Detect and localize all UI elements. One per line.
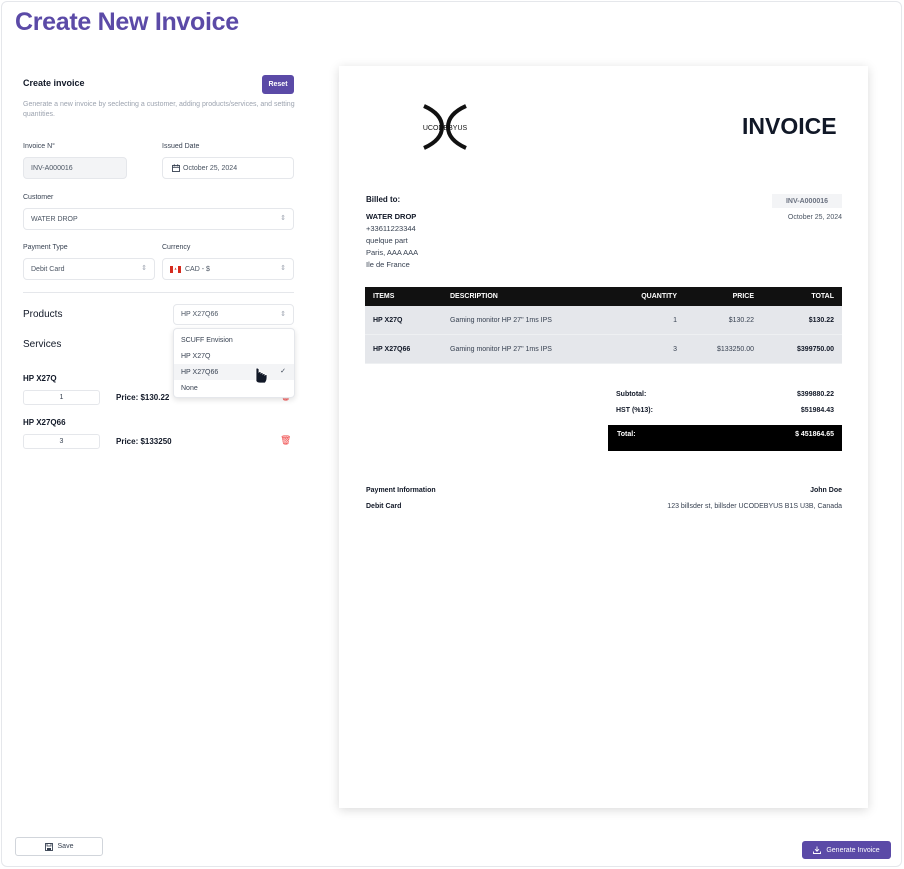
header-total: TOTAL: [811, 293, 834, 300]
payment-type-label: Payment Type: [23, 244, 68, 251]
address-line: Paris, AAA AAA: [366, 248, 419, 257]
payment-method: Debit Card: [366, 503, 402, 510]
logo-text: UCODEBYUS: [423, 125, 468, 132]
subtotal-label: Subtotal:: [616, 391, 647, 398]
currency-label: Currency: [162, 244, 191, 251]
row-description: Gaming monitor HP 27" 1ms IPS: [450, 316, 552, 324]
invoice-date: October 25, 2024: [787, 214, 842, 221]
billed-to-label: Billed to:: [366, 195, 401, 204]
address-line: Ile de France: [366, 260, 410, 269]
total-value: $ 451864.65: [795, 431, 834, 438]
products-select-value: HP X27Q66: [181, 311, 219, 318]
canada-flag-icon: [170, 265, 181, 273]
currency-value: CAD - $: [185, 265, 210, 273]
total-bar: Total: $ 451864.65: [608, 425, 842, 451]
quantity-input[interactable]: 1: [23, 390, 100, 405]
issued-date-label: Issued Date: [162, 143, 200, 150]
download-icon: [813, 846, 822, 854]
invoice-table: ITEMS DESCRIPTION QUANTITY PRICE TOTAL H…: [365, 287, 842, 364]
select-caret-icon: ⇕: [280, 215, 286, 222]
save-label: Save: [57, 843, 74, 850]
invoice-no-value: INV-A000016: [31, 164, 73, 172]
dropdown-option[interactable]: SCUFF Envision: [174, 332, 294, 348]
form-description: Generate a new invoice by seclecting a c…: [23, 101, 295, 118]
products-select[interactable]: HP X27Q66 ⇕: [173, 304, 294, 325]
total-label: Total:: [617, 431, 636, 438]
invoice-title: INVOICE: [742, 113, 837, 139]
select-caret-icon: ⇕: [141, 265, 147, 272]
check-icon: ✓: [280, 368, 286, 375]
save-icon: [44, 842, 53, 851]
payee-name: John Doe: [810, 487, 842, 494]
customer-select[interactable]: WATER DROP ⇕: [23, 208, 294, 230]
payment-type-select[interactable]: Debit Card ⇕: [23, 258, 155, 280]
select-caret-icon: ⇕: [280, 311, 286, 318]
invoice-no-field: INV-A000016: [23, 157, 127, 179]
hand-cursor-icon: [255, 368, 268, 384]
form-divider: [23, 292, 294, 293]
address-line: quelque part: [366, 236, 408, 245]
save-button[interactable]: Save: [15, 837, 103, 856]
row-total: $399750.00: [797, 345, 834, 353]
tax-value: $51984.43: [800, 407, 834, 414]
table-row: HP X27Q66 Gaming monitor HP 27" 1ms IPS …: [365, 335, 842, 364]
customer-name: WATER DROP: [366, 212, 417, 221]
quantity-input[interactable]: 3: [23, 434, 100, 449]
header-description: DESCRIPTION: [450, 293, 498, 300]
dropdown-option[interactable]: HP X27Q: [174, 348, 294, 364]
row-quantity: 1: [673, 316, 677, 324]
header-items: ITEMS: [373, 293, 395, 300]
customer-label: Customer: [23, 194, 54, 201]
form-section-title: Create invoice: [23, 78, 85, 88]
dropdown-option[interactable]: None: [174, 380, 294, 396]
customer-phone: +33611223344: [366, 224, 416, 233]
calendar-icon: [172, 164, 180, 172]
row-description: Gaming monitor HP 27" 1ms IPS: [450, 345, 552, 353]
payment-type-value: Debit Card: [31, 265, 65, 273]
select-caret-icon: ⇕: [280, 265, 286, 272]
row-quantity: 3: [673, 345, 677, 353]
row-item: HP X27Q: [373, 316, 403, 324]
row-price: $130.22: [728, 316, 754, 324]
dropdown-option-label: HP X27Q66: [181, 368, 219, 376]
page-title: Create New Invoice: [15, 8, 239, 36]
row-price: $133250.00: [717, 345, 754, 353]
issued-date-field[interactable]: October 25, 2024: [162, 157, 294, 179]
item-name: HP X27Q: [23, 374, 57, 383]
item-price: Price: $133250: [116, 437, 172, 446]
payee-address: 123 billsder st, billsder UCODEBYUS B1S …: [667, 503, 842, 510]
header-quantity: QUANTITY: [641, 293, 677, 300]
company-logo: UCODEBYUS: [423, 104, 468, 150]
customer-value: WATER DROP: [31, 215, 78, 223]
invoice-number-badge: INV-A000016: [772, 194, 842, 208]
trash-icon[interactable]: 🗑: [280, 435, 291, 446]
products-label: Products: [23, 309, 63, 320]
reset-button[interactable]: Reset: [262, 75, 294, 94]
products-dropdown: SCUFF Envision HP X27Q HP X27Q66 ✓ None: [173, 328, 295, 398]
dropdown-option-selected[interactable]: HP X27Q66 ✓: [174, 364, 294, 380]
row-item: HP X27Q66: [373, 345, 411, 353]
invoice-no-label: Invoice N°: [23, 143, 55, 150]
row-total: $130.22: [808, 316, 834, 324]
header-price: PRICE: [732, 293, 754, 300]
currency-select[interactable]: CAD - $ ⇕: [162, 258, 294, 280]
generate-label: Generate Invoice: [826, 846, 880, 854]
item-name: HP X27Q66: [23, 418, 66, 427]
invoice-preview: UCODEBYUS INVOICE Billed to: WATER DROP …: [339, 66, 868, 808]
tax-label: HST (%13):: [616, 407, 653, 414]
payment-info-label: Payment Information: [366, 487, 436, 494]
table-row: HP X27Q Gaming monitor HP 27" 1ms IPS 1 …: [365, 306, 842, 335]
item-price: Price: $130.22: [116, 393, 170, 402]
subtotal-value: $399880.22: [797, 391, 834, 398]
issued-date-value: October 25, 2024: [183, 164, 238, 172]
services-label: Services: [23, 339, 62, 350]
generate-invoice-button[interactable]: Generate Invoice: [802, 841, 891, 859]
table-header: ITEMS DESCRIPTION QUANTITY PRICE TOTAL: [365, 287, 842, 306]
